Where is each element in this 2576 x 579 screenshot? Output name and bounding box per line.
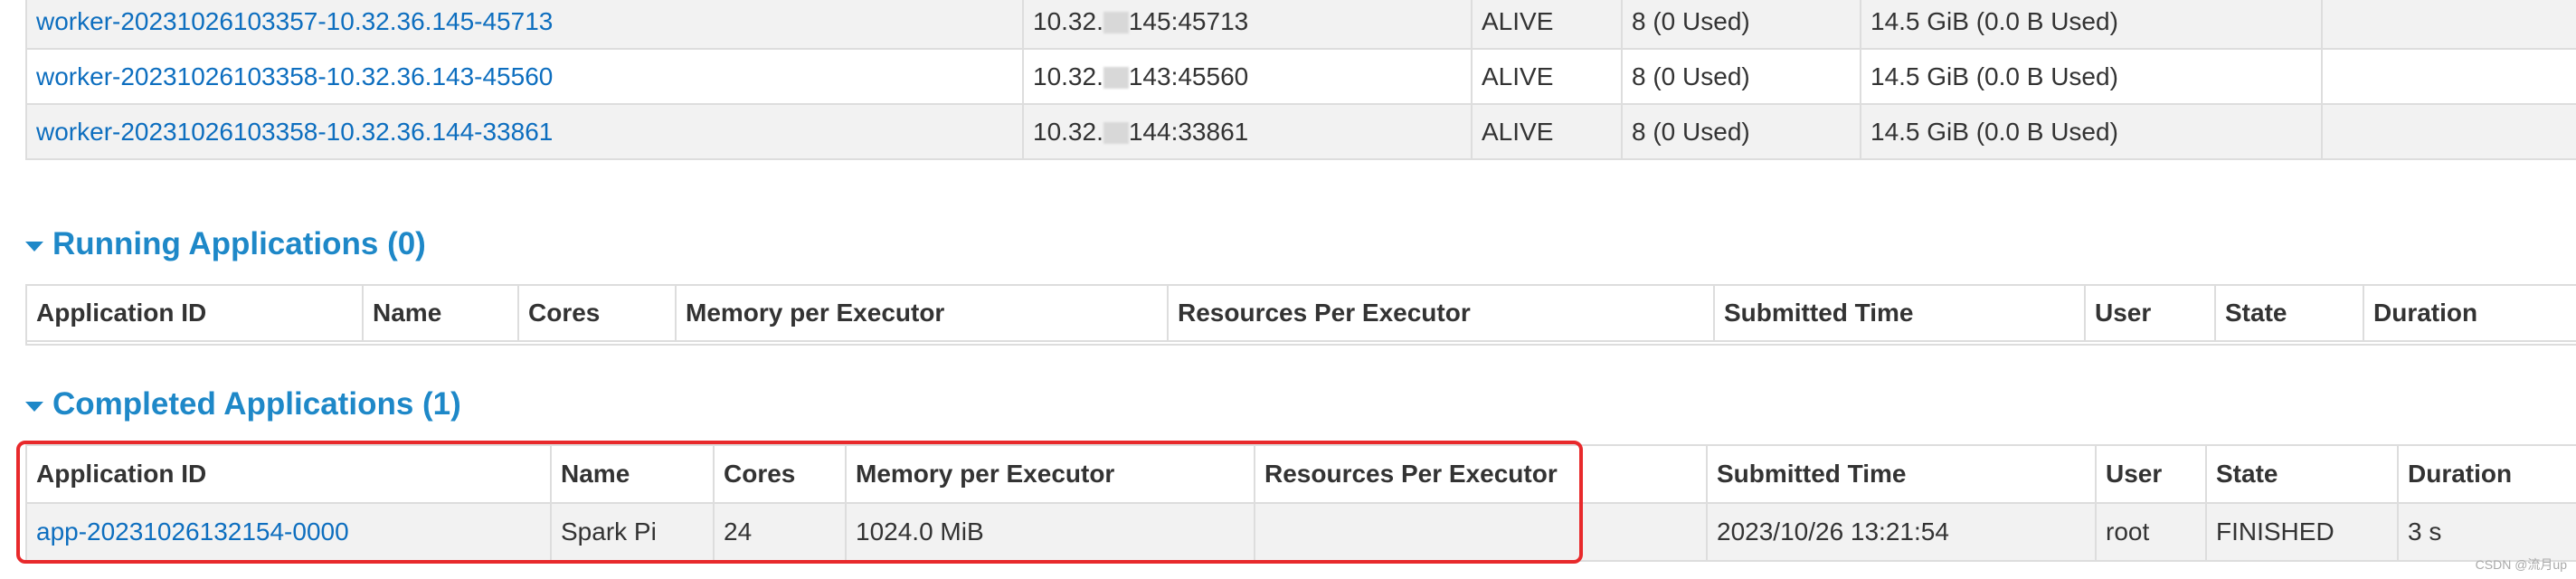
worker-cores: 8 (0 Used) (1621, 0, 1861, 50)
worker-address: 10.32. 144:33861 (1022, 103, 1473, 160)
worker-memory: 14.5 GiB (0.0 B Used) (1860, 0, 2323, 50)
col-duration[interactable]: Duration (2397, 444, 2576, 504)
app-user: root (2095, 502, 2207, 562)
worker-resources (2321, 0, 2576, 50)
worker-state: ALIVE (1471, 0, 1623, 50)
worker-id-link[interactable]: worker-20231026103357-10.32.36.145-45713 (36, 7, 553, 35)
col-user[interactable]: User (2095, 444, 2207, 504)
app-name: Spark Pi (550, 502, 715, 562)
col-application-id[interactable]: Application ID (25, 284, 364, 342)
table-row: app-20231026132154-0000 Spark Pi 24 1024… (25, 502, 2576, 562)
app-id-link[interactable]: app-20231026132154-0000 (36, 517, 349, 546)
empty-row (25, 341, 2576, 346)
col-state[interactable]: State (2205, 444, 2399, 504)
redaction-mask (1103, 122, 1129, 145)
col-memory-per-executor[interactable]: Memory per Executor (845, 444, 1255, 504)
worker-id-link[interactable]: worker-20231026103358-10.32.36.143-45560 (36, 62, 553, 90)
col-submitted-time[interactable]: Submitted Time (1706, 444, 2097, 504)
col-duration[interactable]: Duration (2363, 284, 2576, 342)
col-cores[interactable]: Cores (713, 444, 847, 504)
col-submitted-time[interactable]: Submitted Time (1713, 284, 2086, 342)
app-memory: 1024.0 MiB (845, 502, 1255, 562)
worker-resources (2321, 48, 2576, 105)
col-resources-per-executor[interactable]: Resources Per Executor (1167, 284, 1715, 342)
col-resources-per-executor[interactable]: Resources Per Executor (1254, 444, 1708, 504)
worker-state: ALIVE (1471, 103, 1623, 160)
worker-memory: 14.5 GiB (0.0 B Used) (1860, 48, 2323, 105)
col-user[interactable]: User (2084, 284, 2216, 342)
worker-row: worker-20231026103358-10.32.36.143-45560… (25, 48, 2576, 105)
col-application-id[interactable]: Application ID (25, 444, 552, 504)
col-memory-per-executor[interactable]: Memory per Executor (675, 284, 1169, 342)
completed-apps-header[interactable]: Completed Applications (1) (25, 386, 461, 422)
col-name[interactable]: Name (362, 284, 519, 342)
running-apps-header[interactable]: Running Applications (0) (25, 226, 426, 262)
app-duration: 3 s (2397, 502, 2576, 562)
worker-address: 10.32. 143:45560 (1022, 48, 1473, 105)
redaction-mask (1103, 67, 1129, 90)
app-submitted-time: 2023/10/26 13:21:54 (1706, 502, 2097, 562)
table-header-row: Application ID Name Cores Memory per Exe… (25, 284, 2576, 342)
collapse-arrow-icon[interactable] (25, 241, 43, 252)
worker-state: ALIVE (1471, 48, 1623, 105)
workers-table: worker-20231026103357-10.32.36.145-45713… (25, 0, 2576, 160)
worker-address: 10.32. 145:45713 (1022, 0, 1473, 50)
col-state[interactable]: State (2214, 284, 2364, 342)
worker-cores: 8 (0 Used) (1621, 48, 1861, 105)
app-state: FINISHED (2205, 502, 2399, 562)
worker-id-link[interactable]: worker-20231026103358-10.32.36.144-33861 (36, 118, 553, 146)
running-apps-table: Application ID Name Cores Memory per Exe… (25, 284, 2576, 346)
collapse-arrow-icon[interactable] (25, 401, 43, 412)
app-cores: 24 (713, 502, 847, 562)
col-cores[interactable]: Cores (517, 284, 677, 342)
app-resources (1254, 502, 1708, 562)
worker-row: worker-20231026103357-10.32.36.145-45713… (25, 0, 2576, 50)
worker-resources (2321, 103, 2576, 160)
running-apps-title[interactable]: Running Applications (0) (52, 226, 426, 262)
col-name[interactable]: Name (550, 444, 715, 504)
worker-cores: 8 (0 Used) (1621, 103, 1861, 160)
worker-row: worker-20231026103358-10.32.36.144-33861… (25, 103, 2576, 160)
worker-memory: 14.5 GiB (0.0 B Used) (1860, 103, 2323, 160)
completed-apps-table: Application ID Name Cores Memory per Exe… (25, 444, 2576, 562)
table-header-row: Application ID Name Cores Memory per Exe… (25, 444, 2576, 504)
redaction-mask (1103, 12, 1129, 34)
watermark: CSDN @流月up (2475, 557, 2567, 572)
completed-apps-title[interactable]: Completed Applications (1) (52, 386, 461, 422)
